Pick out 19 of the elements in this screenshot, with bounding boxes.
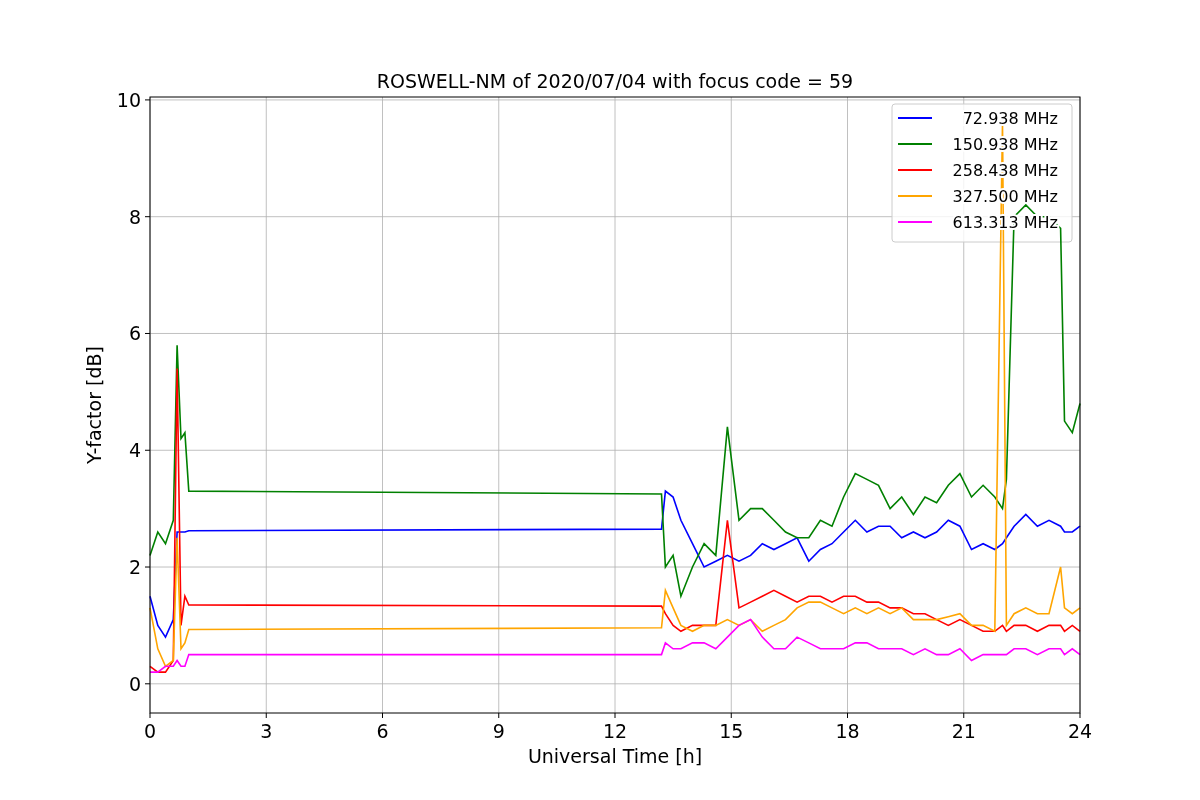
y-tick-label: 8 — [128, 205, 141, 228]
x-tick-label: 12 — [602, 720, 628, 742]
chart-title: ROSWELL-NM of 2020/07/04 with focus code = 59 — [376, 70, 854, 92]
y-tick-label: 6 — [128, 322, 141, 345]
x-tick-label: 21 — [951, 720, 976, 742]
y-tick-label: 2 — [128, 556, 141, 579]
x-tick-label: 24 — [1067, 720, 1093, 742]
y-tick-label: 0 — [128, 672, 141, 695]
legend-label: 72.938 MHz — [962, 109, 1058, 128]
x-tick-label: 0 — [143, 720, 157, 742]
x-tick-label: 18 — [835, 720, 860, 742]
x-tick-label: 15 — [719, 720, 744, 742]
x-tick-label: 3 — [260, 720, 273, 742]
y-tick-label: 4 — [128, 439, 141, 462]
x-axis-label: Universal Time [h] — [527, 745, 703, 767]
y-axis-label: Y-factor [dB] — [83, 346, 105, 464]
x-tick-label: 9 — [492, 720, 505, 742]
x-tick-label: 6 — [376, 720, 389, 742]
y-tick-label: 10 — [116, 88, 141, 111]
